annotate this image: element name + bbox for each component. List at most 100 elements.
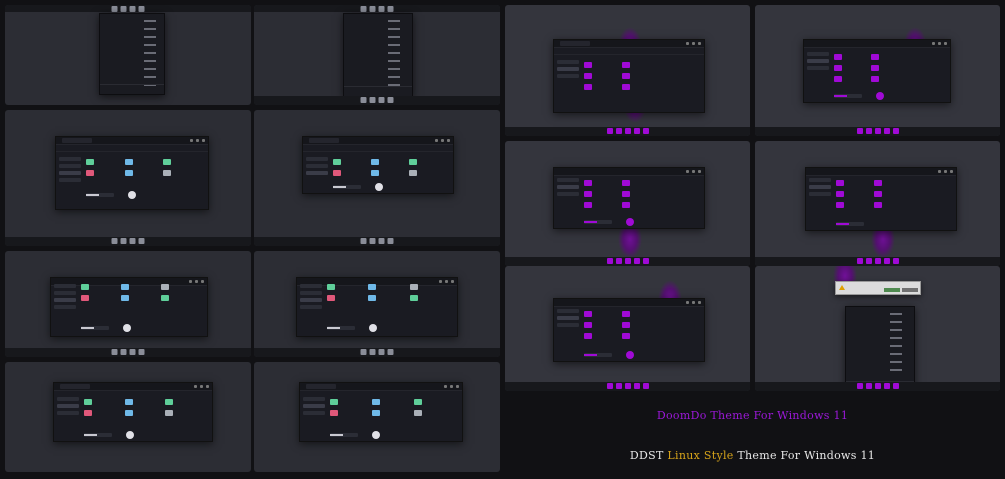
taskbar-bottom [254, 96, 500, 105]
folder-icon[interactable] [584, 202, 592, 208]
folder-icon[interactable] [368, 284, 377, 290]
folder-icon[interactable] [161, 284, 169, 290]
folder-icon[interactable] [834, 65, 842, 71]
folder-icon[interactable] [584, 322, 592, 328]
folder-icon[interactable] [414, 410, 422, 416]
folder-icon[interactable] [622, 202, 630, 208]
folder-icon[interactable] [121, 284, 129, 290]
folder-icon[interactable] [622, 62, 630, 68]
subtitle-part3: Theme For Windows 11 [737, 449, 876, 462]
theme-title: DoomDo Theme For Windows 11 [656, 409, 849, 422]
folder-icon[interactable] [163, 170, 172, 176]
folder-icon[interactable] [836, 191, 844, 197]
folder-icon[interactable] [622, 84, 630, 90]
file-explorer-window [296, 277, 458, 337]
disc-icon[interactable] [123, 324, 131, 332]
folder-icon[interactable] [622, 311, 630, 317]
folder-icon[interactable] [836, 202, 844, 208]
folder-icon[interactable] [414, 399, 422, 405]
folder-icon[interactable] [371, 170, 379, 176]
folder-icon[interactable] [86, 159, 94, 165]
screenshot-explorer-4 [254, 251, 500, 357]
cancel-button[interactable] [902, 288, 918, 292]
folder-icon[interactable] [121, 295, 129, 301]
drive-icon[interactable] [84, 433, 112, 437]
disc-icon[interactable] [626, 218, 634, 226]
folder-icon[interactable] [584, 84, 592, 90]
folder-icon[interactable] [124, 159, 133, 165]
disc-icon[interactable] [876, 92, 884, 100]
folder-icon[interactable] [622, 180, 630, 186]
folder-icon[interactable] [333, 170, 341, 176]
folder-icon[interactable] [870, 65, 879, 71]
folder-icon[interactable] [870, 76, 879, 82]
folder-icon[interactable] [409, 284, 418, 290]
drive-icon[interactable] [327, 326, 355, 330]
folder-icon[interactable] [86, 170, 94, 176]
file-explorer-window [302, 136, 454, 194]
confirm-button[interactable] [884, 288, 900, 292]
disc-icon[interactable] [128, 191, 136, 199]
disc-icon[interactable] [626, 351, 634, 359]
folder-icon[interactable] [584, 311, 592, 317]
folder-icon[interactable] [330, 399, 338, 405]
folder-icon[interactable] [81, 295, 89, 301]
folder-icon[interactable] [874, 180, 882, 186]
folder-icon[interactable] [409, 170, 417, 176]
drive-icon[interactable] [81, 326, 109, 330]
folder-icon[interactable] [622, 73, 630, 79]
disc-icon[interactable] [375, 183, 383, 191]
folder-icon[interactable] [584, 191, 592, 197]
folder-icon[interactable] [372, 410, 380, 416]
folder-icon[interactable] [622, 322, 630, 328]
drive-icon[interactable] [86, 193, 114, 197]
folder-icon[interactable] [870, 54, 879, 60]
screenshot-explorer-5 [5, 362, 251, 472]
disc-icon[interactable] [369, 324, 377, 332]
drive-icon[interactable] [584, 353, 612, 357]
folder-icon[interactable] [584, 333, 592, 339]
screenshot-explorer-2 [254, 110, 500, 246]
folder-icon[interactable] [622, 333, 630, 339]
folder-icon[interactable] [333, 159, 341, 165]
taskbar-bottom [5, 237, 251, 246]
folder-icon[interactable] [584, 180, 592, 186]
folder-icon[interactable] [81, 284, 89, 290]
folder-icon[interactable] [584, 73, 592, 79]
folder-icon[interactable] [124, 399, 133, 405]
folder-icon[interactable] [165, 410, 174, 416]
folder-icon[interactable] [84, 410, 92, 416]
folder-icon[interactable] [165, 399, 174, 405]
folder-icon[interactable] [124, 410, 133, 416]
folder-icon[interactable] [84, 399, 92, 405]
disc-icon[interactable] [126, 431, 134, 439]
folder-icon[interactable] [874, 191, 882, 197]
folder-icon[interactable] [327, 284, 335, 290]
disc-icon[interactable] [372, 431, 380, 439]
folder-icon[interactable] [409, 295, 418, 301]
folder-icon[interactable] [622, 191, 630, 197]
folder-icon[interactable] [372, 399, 380, 405]
folder-icon[interactable] [124, 170, 133, 176]
folder-icon[interactable] [368, 295, 377, 301]
drive-icon[interactable] [333, 185, 361, 189]
folder-icon[interactable] [834, 54, 842, 60]
drive-icon[interactable] [584, 220, 612, 224]
folder-icon[interactable] [834, 76, 842, 82]
drive-icon[interactable] [836, 222, 864, 226]
folder-icon[interactable] [371, 159, 379, 165]
folder-icon[interactable] [409, 159, 417, 165]
taskbar-icons [360, 97, 394, 103]
folder-icon[interactable] [163, 159, 172, 165]
drive-icon[interactable] [330, 433, 358, 437]
drive-icon[interactable] [834, 94, 862, 98]
folder-icon[interactable] [584, 62, 592, 68]
subtitle-highlight: Linux Style [667, 449, 734, 462]
folder-icon[interactable] [327, 295, 335, 301]
folder-icon[interactable] [330, 410, 338, 416]
folder-icon[interactable] [836, 180, 844, 186]
folder-icon[interactable] [161, 295, 169, 301]
file-explorer-window [553, 167, 705, 229]
screenshot-purple-explorer-4 [755, 141, 1000, 266]
folder-icon[interactable] [874, 202, 882, 208]
